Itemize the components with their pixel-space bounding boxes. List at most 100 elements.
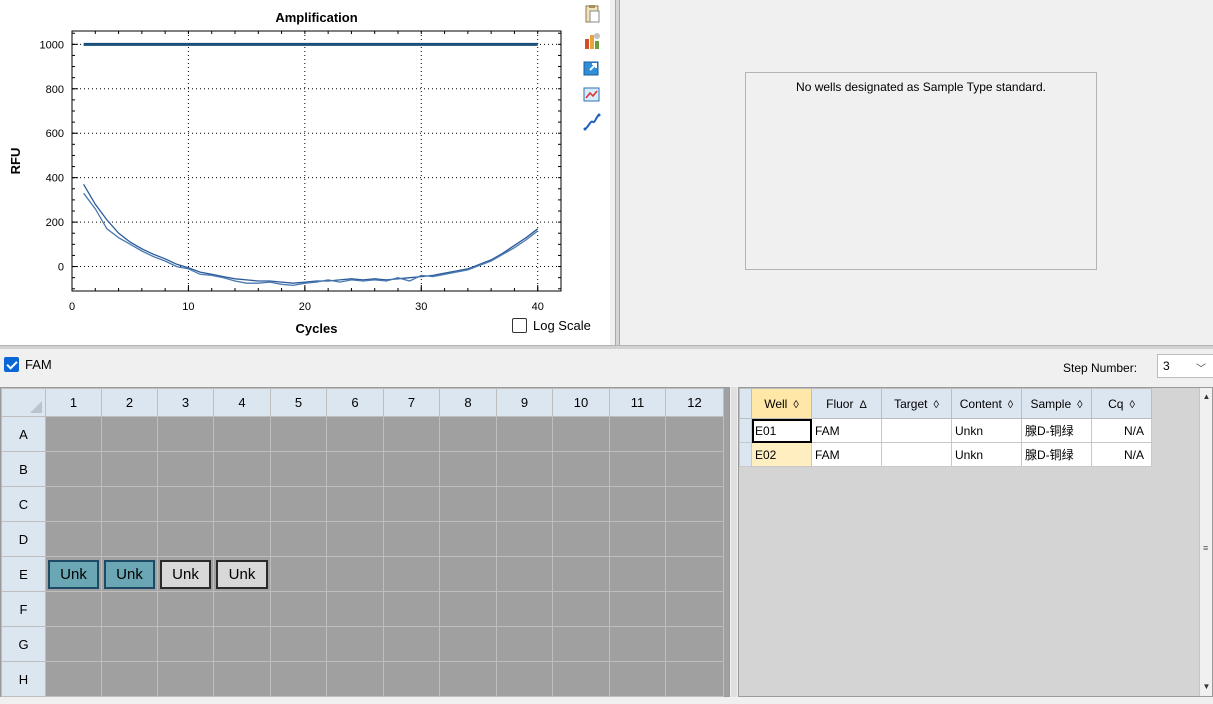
plate-well[interactable] [270,486,327,522]
cell-fluor[interactable]: FAM [811,442,882,467]
plate-well[interactable] [439,661,497,697]
plate-well[interactable] [101,591,158,627]
fam-checkbox[interactable]: FAM [4,357,52,372]
column-header-well[interactable]: Well ◊ [751,388,812,419]
plate-column-header[interactable]: 9 [496,388,553,417]
plate-well[interactable] [552,661,610,697]
plate-well[interactable] [326,556,384,592]
plate-well[interactable] [270,416,327,452]
log-scale-checkbox[interactable]: Log Scale [512,318,591,333]
plate-column-header[interactable]: 7 [383,388,440,417]
plate-well[interactable] [157,591,214,627]
curve-icon[interactable] [582,112,602,132]
plate-well[interactable] [326,591,384,627]
plate-well[interactable] [665,416,724,452]
plate-well[interactable] [552,451,610,487]
plate-well[interactable] [326,486,384,522]
plate-well[interactable] [552,521,610,557]
plate-column-header[interactable]: 10 [552,388,610,417]
plate-row-header[interactable]: C [1,486,46,522]
plate-well[interactable] [45,661,102,697]
plate-column-header[interactable]: 2 [101,388,158,417]
plate-well[interactable] [665,521,724,557]
plate-well[interactable] [439,591,497,627]
plate-well[interactable] [439,556,497,592]
plate-well[interactable] [101,451,158,487]
plate-well[interactable] [326,451,384,487]
sort-icon[interactable]: Δ [859,399,866,411]
plate-well[interactable] [101,626,158,662]
plate-well[interactable] [213,451,271,487]
cell-content[interactable]: Unkn [951,418,1022,443]
plate-well[interactable]: Unk [157,556,214,592]
row-selector[interactable] [739,418,752,443]
plate-well[interactable] [609,661,666,697]
plate-well[interactable] [270,451,327,487]
scroll-up-icon[interactable]: ▲ [1201,390,1212,404]
sort-icon[interactable]: ◊ [793,399,798,411]
plate-well[interactable] [270,626,327,662]
plate-well[interactable] [496,451,553,487]
plate-well[interactable] [609,556,666,592]
plate-well[interactable] [552,486,610,522]
plate-column-header[interactable]: 4 [213,388,271,417]
plate-well[interactable] [326,661,384,697]
plate-well[interactable]: Unk [213,556,271,592]
well-content-label[interactable]: Unk [48,559,99,589]
scroll-down-icon[interactable]: ▼ [1201,680,1212,694]
checkbox-checked[interactable] [4,357,19,372]
well-content-label[interactable]: Unk [216,559,268,589]
plate-well[interactable] [496,661,553,697]
row-selector[interactable] [739,442,752,467]
plate-well[interactable] [326,626,384,662]
plate-column-header[interactable]: 3 [157,388,214,417]
plate-well[interactable] [439,416,497,452]
plate-well[interactable] [157,626,214,662]
zoom-chart-icon[interactable] [582,85,602,105]
plate-well[interactable] [45,626,102,662]
plate-well[interactable] [552,591,610,627]
plate-well[interactable] [45,521,102,557]
plate-column-header[interactable]: 6 [326,388,384,417]
sort-icon[interactable]: ◊ [1077,399,1082,411]
sort-icon[interactable]: ◊ [1008,399,1013,411]
plate-well[interactable] [439,521,497,557]
plate-well[interactable] [157,521,214,557]
plate-well[interactable] [496,591,553,627]
plate-well[interactable] [383,416,440,452]
plate-well[interactable] [326,416,384,452]
plate-well[interactable] [665,591,724,627]
column-header-content[interactable]: Content ◊ [951,388,1022,419]
plate-well[interactable] [609,626,666,662]
bar-chart-icon[interactable] [582,31,602,51]
plate-column-header[interactable]: 11 [609,388,666,417]
plate-well[interactable] [552,556,610,592]
step-number-select[interactable]: 3 ﹀ [1157,354,1213,378]
column-header-fluor[interactable]: Fluor Δ [811,388,882,419]
plate-well[interactable] [157,486,214,522]
well-content-label[interactable]: Unk [104,559,155,589]
plate-well[interactable] [383,451,440,487]
plate-well[interactable] [496,521,553,557]
plate-column-header[interactable]: 1 [45,388,102,417]
column-header-cq[interactable]: Cq ◊ [1091,388,1152,419]
plate-well[interactable] [496,626,553,662]
plate-well[interactable] [101,416,158,452]
plate-well[interactable] [665,556,724,592]
plate-well[interactable] [213,626,271,662]
plate-well[interactable] [383,556,440,592]
cell-sample[interactable]: 腺D-铜绿 [1021,442,1092,467]
cell-content[interactable]: Unkn [951,442,1022,467]
table-row[interactable]: E02 FAM Unkn 腺D-铜绿 N/A [739,442,1152,467]
cell-well[interactable]: E02 [751,442,812,467]
plate-well[interactable] [552,416,610,452]
plate-well[interactable] [326,521,384,557]
plate-well[interactable] [552,626,610,662]
plate-well[interactable] [213,521,271,557]
plate-well[interactable] [383,486,440,522]
plate-well[interactable] [45,486,102,522]
sort-icon[interactable]: ◊ [933,399,938,411]
plate-well[interactable] [213,416,271,452]
column-header-sample[interactable]: Sample ◊ [1021,388,1092,419]
plate-corner[interactable] [1,388,46,417]
